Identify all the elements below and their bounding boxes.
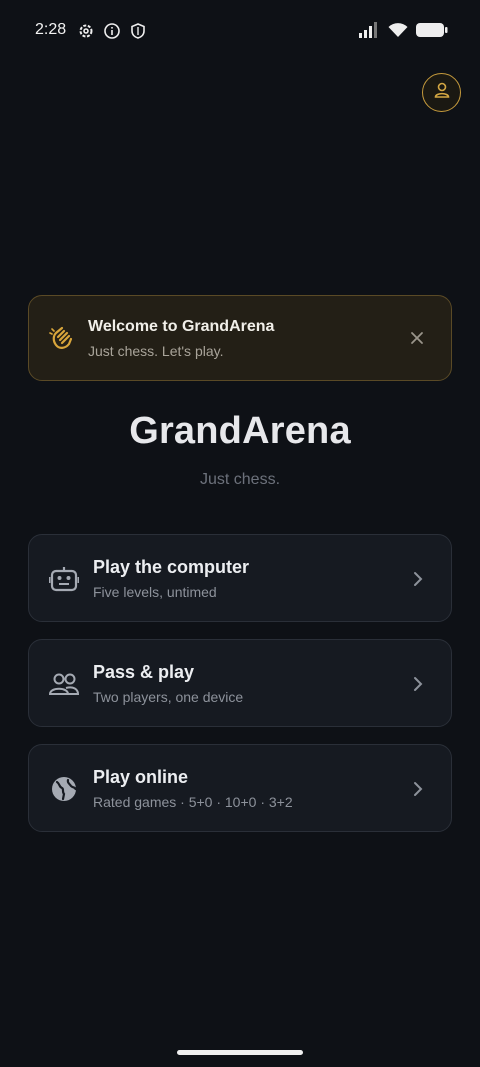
home-indicator[interactable] (177, 1050, 303, 1055)
card-subtitle: Rated games · 5+0 · 10+0 · 3+2 (93, 794, 293, 810)
card-subtitle: Two players, one device (93, 689, 244, 705)
robot-icon (48, 566, 80, 592)
chevron-right-icon (413, 781, 423, 797)
welcome-banner: Welcome to GrandArena Just chess. Let's … (28, 295, 452, 381)
signal-icon (358, 22, 380, 43)
close-icon (411, 332, 423, 344)
play-online-card[interactable]: Play online Rated games · 5+0 · 10+0 · 3… (28, 744, 452, 832)
status-time: 2:28 (35, 21, 67, 38)
user-icon (433, 81, 451, 104)
settings-icon (77, 22, 95, 40)
banner-subtitle: Just chess. Let's play. (88, 343, 224, 359)
waving-hand-icon (49, 325, 75, 351)
close-banner-button[interactable] (409, 330, 425, 346)
wifi-icon (388, 22, 408, 43)
chevron-right-icon (413, 676, 423, 692)
card-title: Play online (93, 767, 189, 787)
status-icons-left (77, 22, 147, 40)
pass-and-play-card[interactable]: Pass & play Two players, one device (28, 639, 452, 727)
play-computer-card[interactable]: Play the computer Five levels, untimed (28, 534, 452, 622)
status-bar: 2:28 (0, 0, 480, 60)
status-icons-right (358, 22, 448, 43)
app-tagline: Just chess. (199, 471, 281, 488)
card-title: Pass & play (93, 662, 195, 682)
banner-title: Welcome to GrandArena (88, 318, 275, 335)
people-icon (48, 671, 80, 697)
card-title: Play the computer (93, 557, 250, 577)
profile-button[interactable] (422, 73, 461, 112)
chevron-right-icon (413, 571, 423, 587)
card-subtitle: Five levels, untimed (93, 584, 217, 600)
app-title: GrandArena (129, 410, 351, 452)
globe-icon (49, 776, 79, 802)
shield-icon (129, 22, 147, 40)
info-icon (103, 22, 121, 40)
battery-icon (416, 22, 448, 43)
